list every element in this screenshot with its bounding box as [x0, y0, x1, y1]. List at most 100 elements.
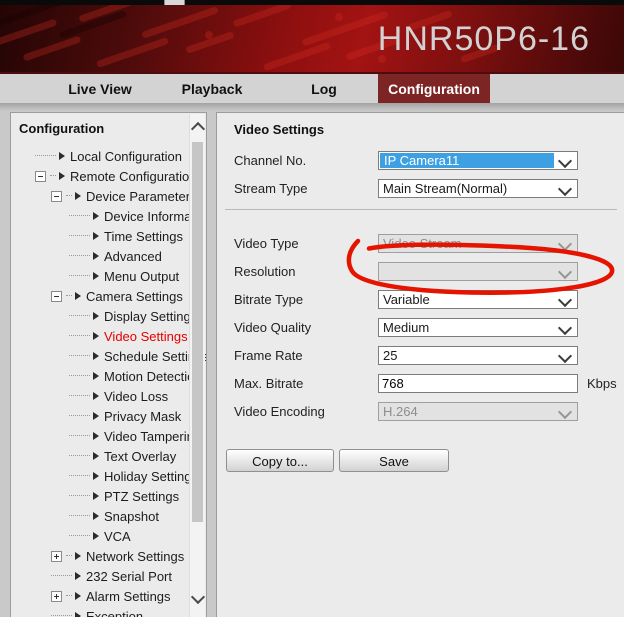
collapse-minus-icon[interactable]	[51, 291, 62, 302]
selected-option: Medium	[383, 320, 429, 335]
tree-connector	[66, 195, 72, 197]
expand-plus-icon[interactable]	[51, 591, 62, 602]
tree-item-advanced[interactable]: Advanced	[11, 246, 193, 266]
tree-item-exception[interactable]: Exception	[11, 606, 193, 617]
tree-connector	[66, 595, 72, 597]
frame-rate-select[interactable]: 25	[378, 346, 578, 365]
page: HNR50P6-16 Live View Playback Log Config…	[0, 0, 624, 617]
banner-pattern-dot	[205, 31, 213, 39]
tree-item-local-configuration[interactable]: Local Configuration	[11, 146, 193, 166]
tree-item-232-serial-port[interactable]: 232 Serial Port	[11, 566, 193, 586]
max-bitrate-input[interactable]	[378, 374, 578, 393]
tree-connector	[69, 495, 90, 497]
video-quality-select[interactable]: Medium	[378, 318, 578, 337]
tree-connector	[69, 535, 90, 537]
tree-arrow-icon	[93, 272, 99, 280]
tree-item-snapshot[interactable]: Snapshot	[11, 506, 193, 526]
tree-item-video-loss[interactable]: Video Loss	[11, 386, 193, 406]
tree-arrow-icon	[93, 532, 99, 540]
tree-connector	[66, 555, 72, 557]
tree-arrow-icon	[93, 412, 99, 420]
tree-item-time-settings[interactable]: Time Settings	[11, 226, 193, 246]
tree-item-camera-settings[interactable]: Camera Settings	[11, 286, 193, 306]
tree-arrow-icon	[93, 372, 99, 380]
selected-option: Variable	[383, 292, 430, 307]
tree-item-network-settings[interactable]: Network Settings	[11, 546, 193, 566]
selected-option-highlight: IP Camera11	[380, 153, 554, 168]
tab-playback[interactable]: Playback	[156, 74, 268, 103]
copy-to-button[interactable]: Copy to...	[226, 449, 334, 472]
tree-arrow-icon	[75, 292, 81, 300]
chevron-down-icon	[558, 265, 572, 279]
tree-item-ptz-settings[interactable]: PTZ Settings	[11, 486, 193, 506]
tree-connector	[69, 275, 90, 277]
main-nav-tabbar: Live View Playback Log Configuration	[0, 74, 624, 103]
scroll-down-icon[interactable]	[191, 590, 205, 604]
video-encoding-select: H.264	[378, 402, 578, 421]
tree-connector	[69, 235, 90, 237]
collapse-minus-icon[interactable]	[35, 171, 46, 182]
tree-item-holiday-settings[interactable]: Holiday Settings	[11, 466, 193, 486]
field-row-video-quality: Video Quality Medium	[234, 318, 578, 337]
tab-configuration[interactable]: Configuration	[378, 74, 490, 103]
tree-arrow-icon	[93, 332, 99, 340]
chevron-down-icon	[558, 237, 572, 251]
tree-item-motion-detection[interactable]: Motion Detection	[11, 366, 193, 386]
tab-log[interactable]: Log	[268, 74, 380, 103]
tree-item-menu-output[interactable]: Menu Output	[11, 266, 193, 286]
expand-plus-icon[interactable]	[51, 551, 62, 562]
scrollbar-thumb[interactable]	[192, 142, 203, 522]
tree-connector	[69, 475, 90, 477]
field-label: Channel No.	[234, 153, 378, 168]
tree-item-device-information[interactable]: Device Information	[11, 206, 193, 226]
tree-arrow-icon	[59, 152, 65, 160]
field-label: Max. Bitrate	[234, 376, 378, 391]
tree-item-text-overlay[interactable]: Text Overlay	[11, 446, 193, 466]
tree-item-privacy-mask[interactable]: Privacy Mask	[11, 406, 193, 426]
banner-pattern-dash	[96, 37, 169, 68]
tree-connector	[50, 175, 56, 177]
tree-item-video-settings[interactable]: Video Settings	[11, 326, 193, 346]
tree-arrow-icon	[93, 392, 99, 400]
tree-root-label: Configuration	[19, 121, 104, 136]
header-banner: HNR50P6-16	[0, 5, 624, 72]
banner-pattern-dash	[22, 35, 81, 61]
tree-item-remote-configuration[interactable]: Remote Configuration	[11, 166, 193, 186]
tree-item-device-parameters[interactable]: Device Parameters	[11, 186, 193, 206]
save-button[interactable]: Save	[339, 449, 449, 472]
bitrate-type-select[interactable]: Variable	[378, 290, 578, 309]
tabbar-shadow-band	[0, 103, 624, 111]
chevron-down-icon	[558, 321, 572, 335]
banner-pattern-dash	[263, 42, 331, 71]
tree-item-video-tampering[interactable]: Video Tampering	[11, 426, 193, 446]
channel-no-select[interactable]: IP Camera11	[378, 151, 578, 170]
selected-option: Main Stream(Normal)	[383, 181, 507, 196]
tree-scrollbar[interactable]	[189, 114, 205, 617]
tree-arrow-icon	[75, 192, 81, 200]
field-label: Video Type	[234, 236, 378, 251]
field-row-stream-type: Stream Type Main Stream(Normal)	[234, 179, 578, 198]
tree-arrow-icon	[93, 212, 99, 220]
resolution-select	[378, 262, 578, 281]
tree-arrow-icon	[93, 472, 99, 480]
tree-arrow-icon	[93, 312, 99, 320]
tree-arrow-icon	[93, 252, 99, 260]
tree-item-alarm-settings[interactable]: Alarm Settings	[11, 586, 193, 606]
field-label: Frame Rate	[234, 348, 378, 363]
tree-arrow-icon	[75, 592, 81, 600]
tree-item-display-settings[interactable]: Display Settings	[11, 306, 193, 326]
tree-arrow-icon	[59, 172, 65, 180]
scroll-up-icon[interactable]	[191, 122, 205, 136]
collapse-minus-icon[interactable]	[51, 191, 62, 202]
selected-option: H.264	[383, 404, 418, 419]
tree-items: Local Configuration Remote Configuration…	[11, 146, 193, 617]
tree-item-vca[interactable]: VCA	[11, 526, 193, 546]
tree-arrow-icon	[75, 572, 81, 580]
tree-item-schedule-settings[interactable]: Schedule Settings	[11, 346, 193, 366]
field-row-channel-no: Channel No. IP Camera11	[234, 151, 578, 170]
selected-option: 25	[383, 348, 397, 363]
tab-live-view[interactable]: Live View	[44, 74, 156, 103]
stream-type-select[interactable]: Main Stream(Normal)	[378, 179, 578, 198]
tree-connector	[35, 155, 56, 157]
video-type-select: Video Stream	[378, 234, 578, 253]
